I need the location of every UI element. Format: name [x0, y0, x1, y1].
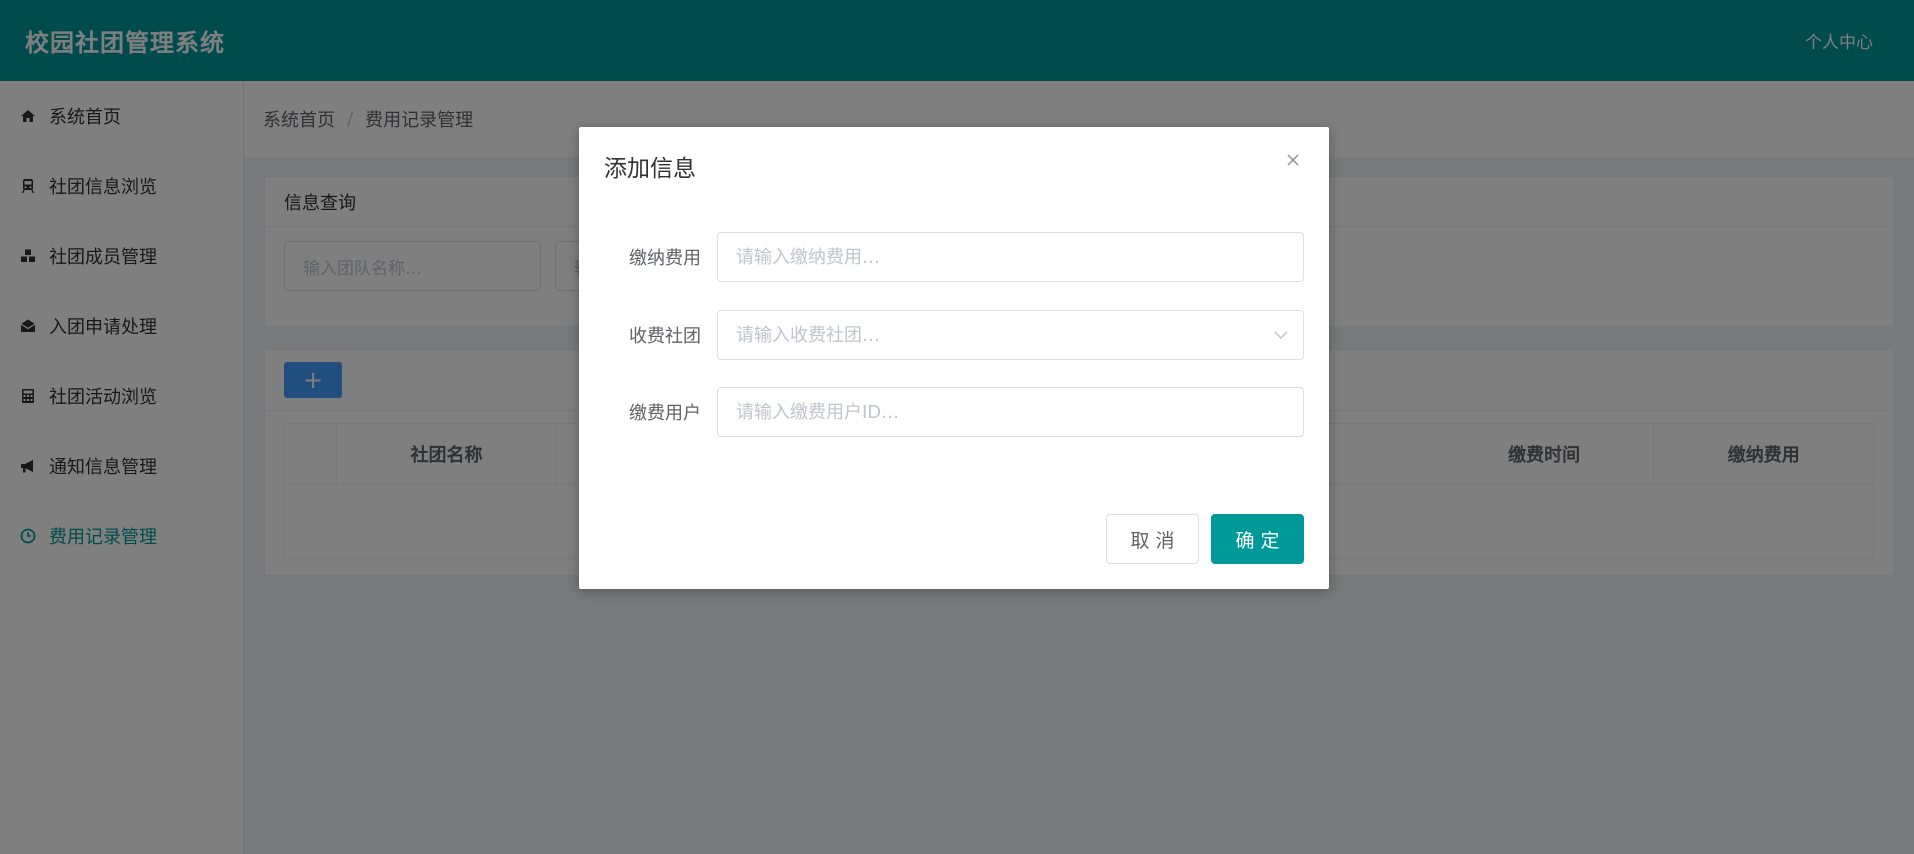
confirm-button[interactable]: 确 定 [1211, 514, 1304, 564]
club-label: 收费社团 [629, 326, 701, 347]
form-row-club: 收费社团 [579, 310, 1329, 360]
form-row-user: 缴费用户 [579, 387, 1329, 437]
user-id-input[interactable] [717, 387, 1304, 437]
dialog-title: 添加信息 [604, 156, 696, 182]
form-row-fee: 缴纳费用 [579, 232, 1329, 282]
add-info-dialog: 添加信息 缴纳费用 收费社团 缴费用户 取 消 确 定 [579, 127, 1329, 589]
chevron-down-icon[interactable] [1272, 326, 1290, 344]
dialog-footer: 取 消 确 定 [1106, 514, 1304, 564]
fee-input[interactable] [717, 232, 1304, 282]
user-label: 缴费用户 [629, 403, 701, 424]
club-select[interactable] [717, 310, 1304, 360]
fee-label: 缴纳费用 [629, 248, 701, 269]
cancel-button[interactable]: 取 消 [1106, 514, 1199, 564]
club-select-input[interactable] [717, 310, 1304, 360]
close-icon[interactable] [1282, 149, 1304, 171]
